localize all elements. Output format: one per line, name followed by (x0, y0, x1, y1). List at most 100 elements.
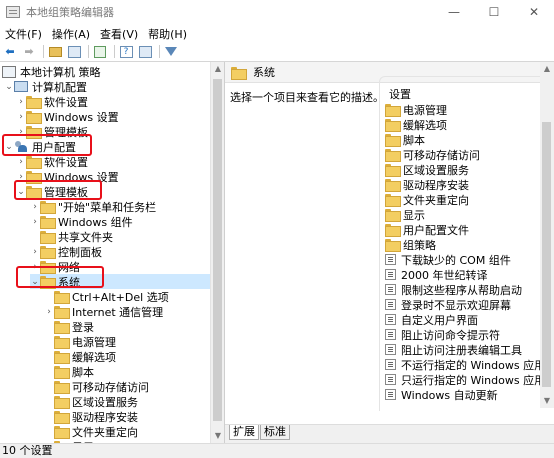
scroll-thumb[interactable] (213, 79, 222, 421)
tree-item-windows-components[interactable]: › Windows 组件 (30, 214, 133, 229)
menu-help[interactable]: 帮助(H) (143, 26, 192, 42)
chevron-down-icon[interactable]: ⌄ (30, 277, 40, 287)
list-item-label: 可移动存储访问 (403, 148, 480, 162)
tree-item-user-admin-templates[interactable]: ⌄ 管理模板 (16, 184, 88, 199)
tree-item-shared-folders[interactable]: 共享文件夹 (30, 229, 113, 244)
list-item[interactable]: 2000 年世纪转译 (385, 267, 488, 282)
show-hide-tree-button[interactable] (66, 45, 82, 59)
chevron-right-icon[interactable]: › (16, 112, 26, 122)
list-item[interactable]: 电源管理 (385, 102, 447, 117)
list-item[interactable]: 文件夹重定向 (385, 192, 469, 207)
tree-item-driver-install[interactable]: 驱动程序安装 (44, 409, 138, 424)
minimize-button[interactable]: — (434, 0, 474, 24)
tree-item-windows-settings[interactable]: › Windows 设置 (16, 109, 119, 124)
list-item[interactable]: 用户配置文件 (385, 222, 469, 237)
tree-item-scripts[interactable]: 脚本 (44, 364, 94, 379)
scroll-down-icon[interactable]: ▼ (540, 394, 554, 408)
toolbar-separator (43, 45, 44, 58)
chevron-right-icon[interactable]: › (16, 127, 26, 137)
list-item[interactable]: 区域设置服务 (385, 162, 469, 177)
tree-item-user-software-settings[interactable]: › 软件设置 (16, 154, 88, 169)
tree-item-locale-services[interactable]: 区域设置服务 (44, 394, 138, 409)
list-item[interactable]: 不运行指定的 Windows 应用程序 (385, 357, 541, 372)
tree-item-user-windows-settings[interactable]: › Windows 设置 (16, 169, 119, 184)
chevron-right-icon[interactable]: › (30, 262, 40, 272)
close-button[interactable]: ✕ (514, 0, 554, 24)
folder-icon (40, 216, 56, 229)
scroll-up-icon[interactable]: ▲ (540, 62, 554, 76)
tree-item-root[interactable]: 本地计算机 策略 (2, 64, 101, 79)
policy-setting-icon (385, 389, 396, 400)
list-item[interactable]: 驱动程序安装 (385, 177, 469, 192)
list-item[interactable]: 可移动存储访问 (385, 147, 480, 162)
chevron-right-icon[interactable]: › (16, 172, 26, 182)
export-list-button[interactable] (92, 45, 108, 59)
filter-button[interactable] (163, 45, 179, 59)
chevron-down-icon[interactable]: ⌄ (4, 142, 14, 152)
tab-extended[interactable]: 扩展 (229, 425, 259, 440)
list-item[interactable]: Windows 自动更新 (385, 387, 498, 402)
tree-scrollbar[interactable]: ▲ ▼ (210, 62, 224, 443)
column-header-setting[interactable]: 设置 (383, 86, 533, 102)
tree-item-software-settings[interactable]: › 软件设置 (16, 94, 88, 109)
tree-item-system[interactable]: ⌄ 系统 (30, 274, 210, 289)
properties-button[interactable] (137, 45, 153, 59)
list-item-label: 组策略 (403, 238, 436, 252)
tree-item-admin-templates[interactable]: › 管理模板 (16, 124, 88, 139)
folder-icon (26, 111, 42, 124)
maximize-button[interactable]: ☐ (474, 0, 514, 24)
list-item[interactable]: 脚本 (385, 132, 425, 147)
chevron-right-icon[interactable]: › (44, 307, 54, 317)
list-item[interactable]: 显示 (385, 207, 425, 222)
tree-label: 管理模板 (44, 185, 88, 199)
tree-item-start-menu[interactable]: › "开始"菜单和任务栏 (30, 199, 156, 214)
scroll-thumb[interactable] (542, 122, 551, 387)
scroll-down-icon[interactable]: ▼ (211, 429, 225, 443)
list-item[interactable]: 阻止访问注册表编辑工具 (385, 342, 522, 357)
list-item[interactable]: 登录时不显示欢迎屏幕 (385, 297, 511, 312)
back-button[interactable]: ⬅ (2, 45, 18, 59)
tree-label: 软件设置 (44, 155, 88, 169)
chevron-right-icon[interactable]: › (30, 217, 40, 227)
tree-item-network[interactable]: › 网络 (30, 259, 80, 274)
tree-item-user-config[interactable]: ⌄ 用户配置 (4, 139, 76, 154)
folder-icon (385, 209, 401, 222)
tree-item-mitigation[interactable]: 缓解选项 (44, 349, 116, 364)
forward-button[interactable]: ➡ (21, 45, 37, 59)
details-title: 系统 (253, 66, 275, 79)
tab-standard[interactable]: 标准 (260, 425, 290, 440)
chevron-right-icon[interactable]: › (16, 157, 26, 167)
tree-item-removable-storage[interactable]: 可移动存储访问 (44, 379, 149, 394)
help-button[interactable]: ? (118, 45, 134, 59)
list-item-label: 脚本 (403, 133, 425, 147)
folder-icon (385, 104, 401, 117)
chevron-right-icon[interactable]: › (30, 202, 40, 212)
tree-item-internet-comm[interactable]: › Internet 通信管理 (44, 304, 163, 319)
chevron-right-icon[interactable]: › (30, 247, 40, 257)
list-item[interactable]: 组策略 (385, 237, 436, 252)
console-tree: 本地计算机 策略 ⌄ 计算机配置 › 软件设置 › Windows 设置 › 管… (0, 62, 210, 443)
menu-view[interactable]: 查看(V) (95, 26, 143, 42)
tree-item-logon[interactable]: 登录 (44, 319, 94, 334)
tree-item-power-mgmt[interactable]: 电源管理 (44, 334, 116, 349)
list-item[interactable]: 自定义用户界面 (385, 312, 478, 327)
up-one-level-button[interactable] (47, 45, 63, 59)
chevron-down-icon[interactable]: ⌄ (4, 82, 14, 92)
list-item[interactable]: 只运行指定的 Windows 应用程序 (385, 372, 541, 387)
list-item[interactable]: 下载缺少的 COM 组件 (385, 252, 511, 267)
list-item[interactable]: 限制这些程序从帮助启动 (385, 282, 522, 297)
policy-editor-icon (6, 6, 20, 18)
tree-item-folder-redirection[interactable]: 文件夹重定向 (44, 424, 138, 439)
list-item[interactable]: 缓解选项 (385, 117, 447, 132)
chevron-down-icon[interactable]: ⌄ (16, 187, 26, 197)
details-scrollbar[interactable]: ▲ ▼ (540, 62, 554, 408)
tree-item-computer-config[interactable]: ⌄ 计算机配置 (4, 79, 87, 94)
list-item[interactable]: 阻止访问命令提示符 (385, 327, 500, 342)
tree-item-control-panel[interactable]: › 控制面板 (30, 244, 102, 259)
menu-action[interactable]: 操作(A) (47, 26, 95, 42)
tree-item-ctrl-alt-del[interactable]: Ctrl+Alt+Del 选项 (44, 289, 169, 304)
tree-label: Windows 设置 (44, 170, 119, 184)
scroll-up-icon[interactable]: ▲ (211, 62, 225, 76)
menu-file[interactable]: 文件(F) (0, 26, 47, 42)
chevron-right-icon[interactable]: › (16, 97, 26, 107)
